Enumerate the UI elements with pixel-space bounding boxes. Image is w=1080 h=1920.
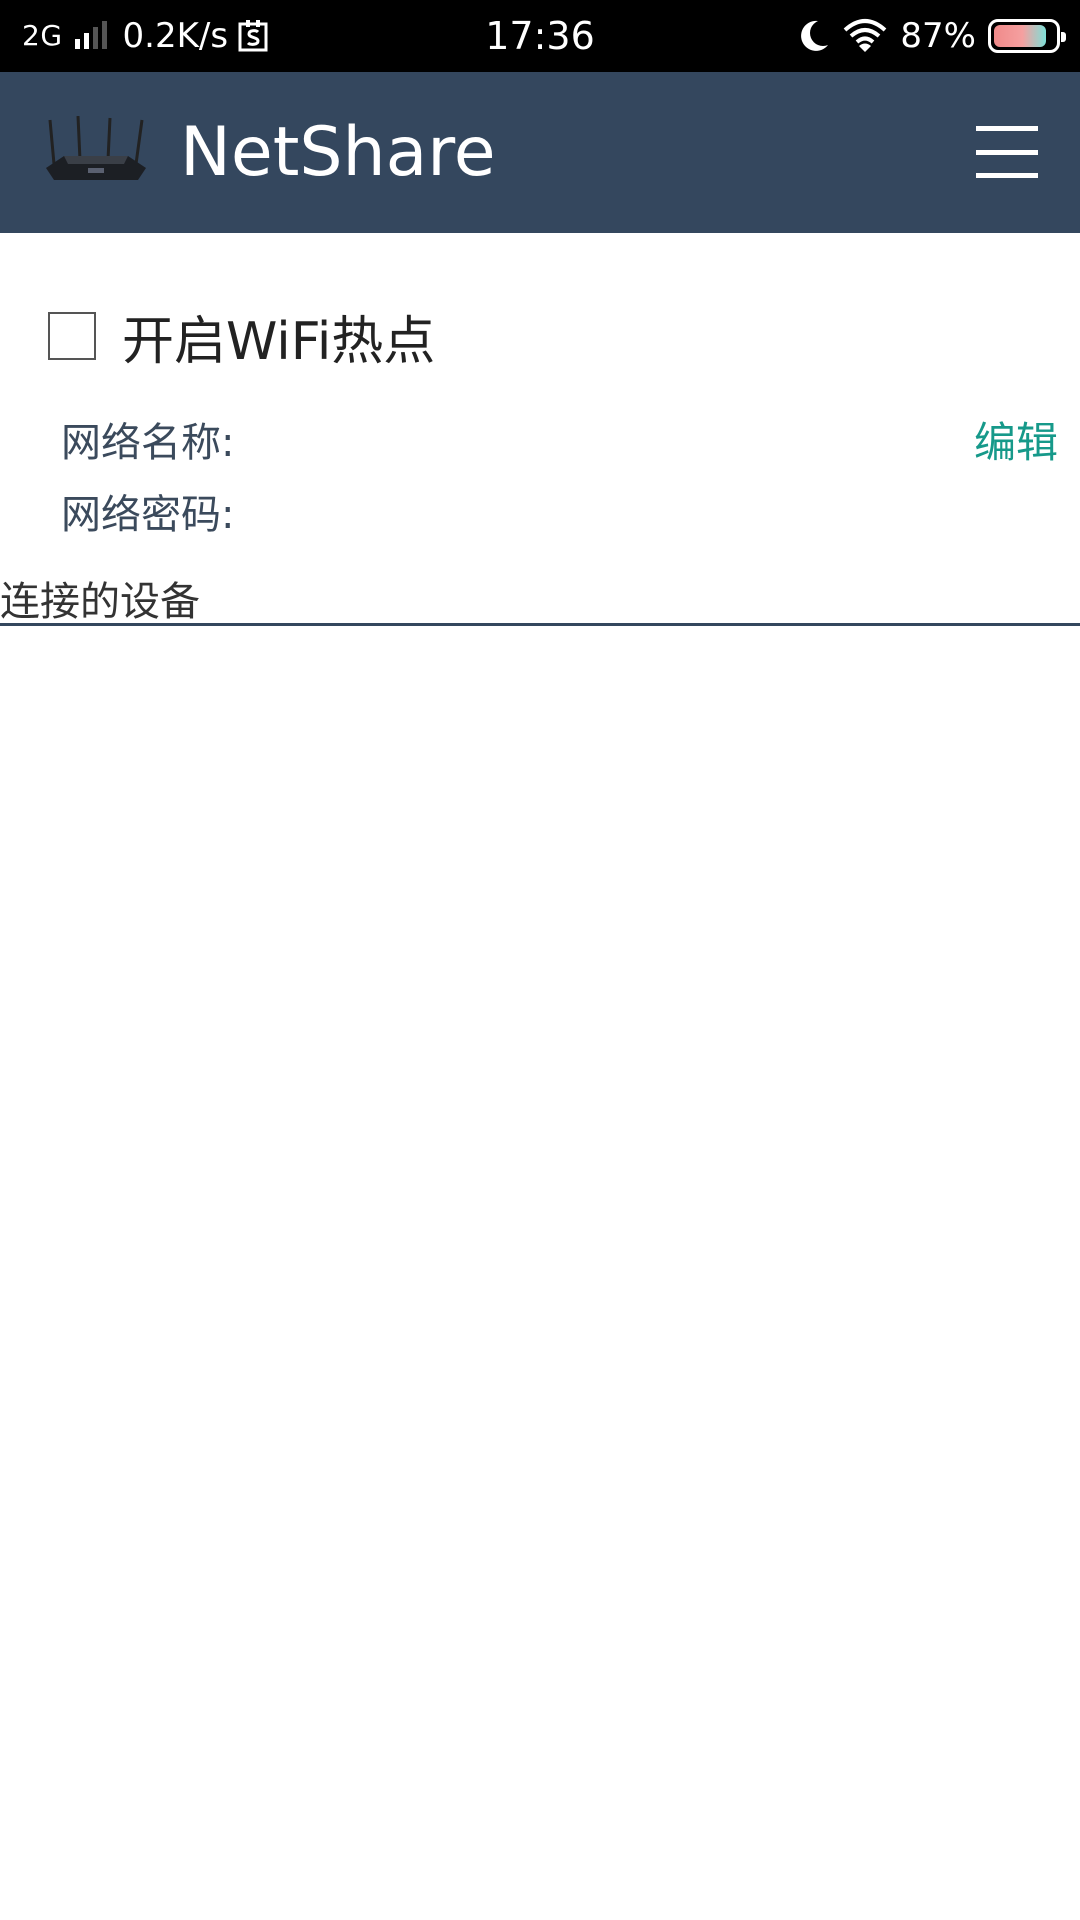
connected-devices-list (0, 626, 1080, 1920)
network-password-label: 网络密码: (61, 492, 235, 538)
hotspot-toggle[interactable]: 开启WiFi热点 (48, 304, 435, 372)
status-left: 2G 0.2K/s (22, 0, 268, 72)
signal-icon (73, 21, 113, 51)
app-title: NetShare (180, 113, 496, 192)
hamburger-menu-icon (976, 126, 1038, 131)
wifi-icon (842, 18, 888, 54)
battery-percent: 87% (900, 16, 976, 56)
hotspot-checkbox[interactable] (48, 312, 96, 360)
hotspot-label: 开启WiFi热点 (122, 311, 436, 372)
moon-icon (798, 19, 830, 53)
hamburger-menu-icon-line (976, 149, 1038, 155)
network-speed: 0.2K/s (122, 16, 229, 56)
battery-icon (988, 19, 1066, 53)
network-password-row: 网络密码: (61, 483, 234, 539)
network-name-row: 网络名称: (61, 411, 234, 467)
status-right: 87% (798, 0, 1066, 72)
s-notification-icon (238, 20, 268, 52)
network-type: 2G (22, 19, 63, 52)
edit-button[interactable]: 编辑 (974, 411, 1058, 467)
connected-devices-header: 连接的设备 (0, 579, 200, 625)
app-bar: NetShare (0, 72, 1080, 233)
router-icon (44, 115, 148, 192)
network-name-label: 网络名称: (61, 420, 235, 466)
hamburger-menu-icon-line (976, 173, 1038, 178)
battery-level (994, 25, 1047, 47)
menu-button[interactable] (974, 122, 1040, 182)
status-bar: 2G 0.2K/s 17:36 87% (0, 0, 1080, 72)
